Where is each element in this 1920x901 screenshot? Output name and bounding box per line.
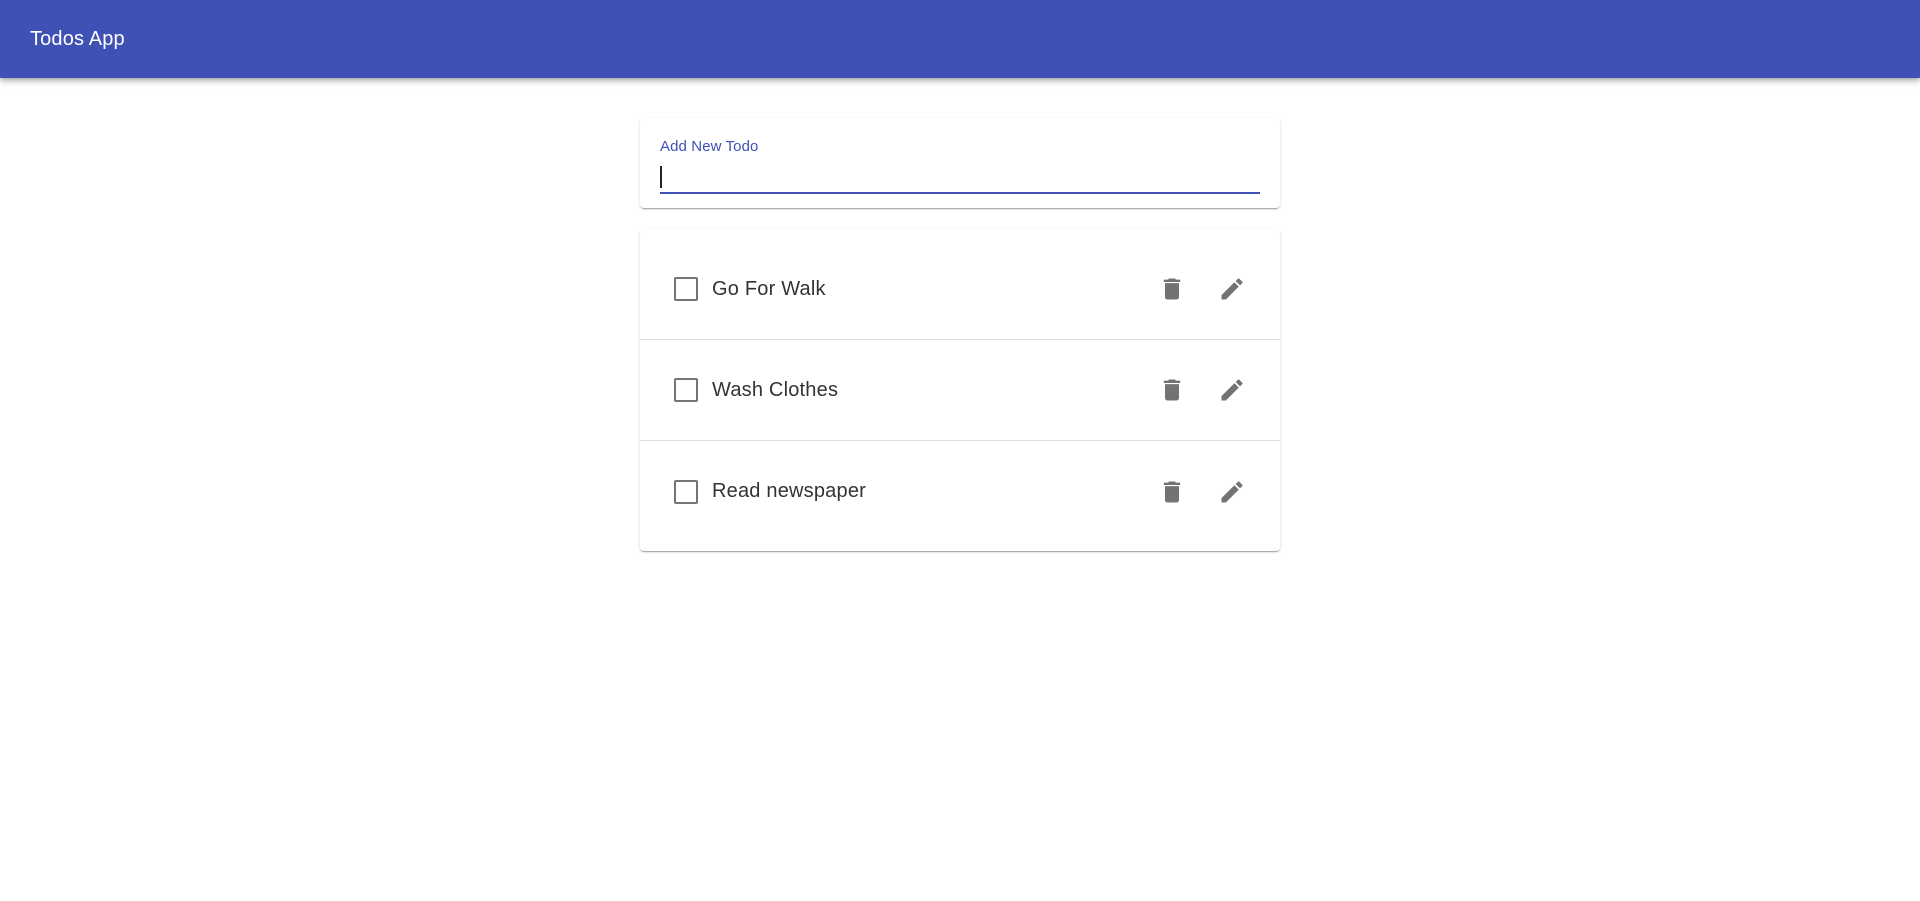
trash-icon xyxy=(1163,278,1181,300)
delete-todo-button[interactable] xyxy=(1148,366,1196,414)
pencil-icon xyxy=(1221,480,1243,502)
pencil-icon xyxy=(1221,278,1243,300)
edit-todo-button[interactable] xyxy=(1208,265,1256,313)
add-todo-input[interactable] xyxy=(660,160,1260,194)
todo-text: Go For Walk xyxy=(712,277,826,300)
todo-checkbox[interactable] xyxy=(674,479,698,504)
app-bar: Todos App xyxy=(0,0,1920,78)
text-cursor xyxy=(660,166,662,188)
trash-icon xyxy=(1163,481,1181,502)
pencil-icon xyxy=(1221,379,1243,401)
edit-todo-button[interactable] xyxy=(1208,366,1256,414)
edit-todo-button[interactable] xyxy=(1208,468,1256,516)
add-todo-label: Add New Todo xyxy=(660,138,759,155)
app-title: Todos App xyxy=(30,27,125,50)
todo-checkbox[interactable] xyxy=(674,277,698,301)
add-todo-form: Add New Todo xyxy=(640,118,1280,208)
todo-text: Wash Clothes xyxy=(712,378,839,401)
todo-item[interactable]: Read newspaper xyxy=(640,441,1280,542)
trash-icon xyxy=(1163,379,1181,401)
todo-item[interactable]: Go For Walk xyxy=(640,239,1280,340)
delete-todo-button[interactable] xyxy=(1148,265,1196,313)
todo-checkbox[interactable] xyxy=(674,378,698,402)
todo-list: Go For Walk Wash Clothes Read newspaper xyxy=(640,229,1280,551)
todo-item[interactable]: Wash Clothes xyxy=(640,340,1280,441)
delete-todo-button[interactable] xyxy=(1148,468,1196,516)
todo-text: Read newspaper xyxy=(712,480,867,502)
